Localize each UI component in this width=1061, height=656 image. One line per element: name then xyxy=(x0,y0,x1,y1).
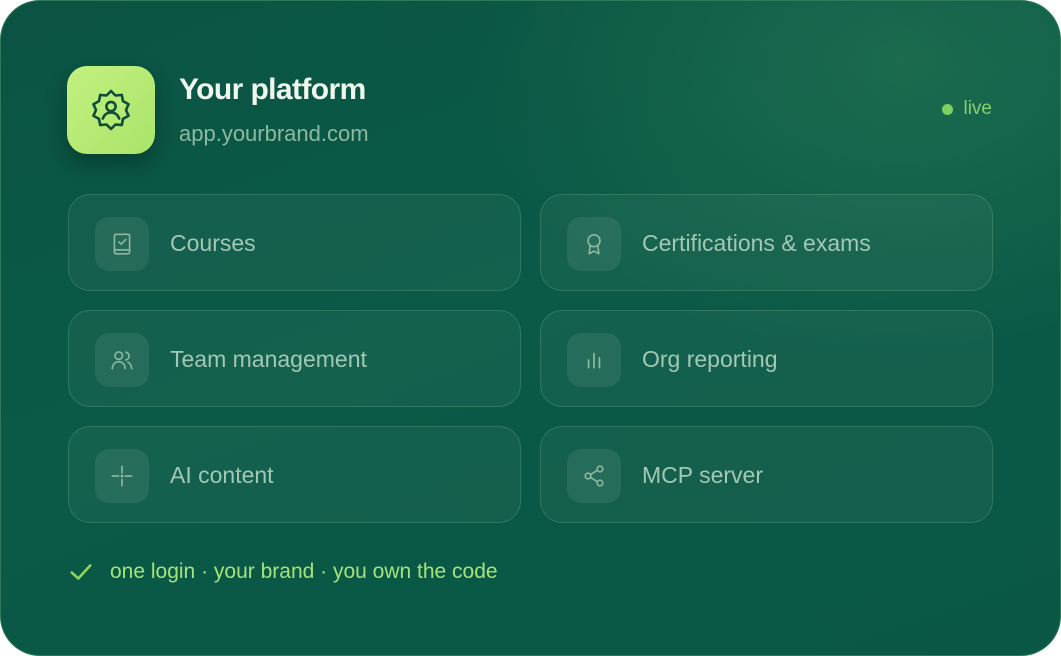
app-icon xyxy=(67,66,155,154)
feature-tile-label: Courses xyxy=(170,230,256,256)
feature-tile-ai-content[interactable]: AI content xyxy=(68,426,521,523)
feature-tile-courses[interactable]: Courses xyxy=(68,194,521,291)
badge-user-icon xyxy=(92,89,130,131)
status-dot-icon xyxy=(942,103,954,115)
feature-tile-team-management[interactable]: Team management xyxy=(68,310,521,407)
users-icon xyxy=(95,333,149,387)
feature-tile-mcp-server[interactable]: MCP server xyxy=(540,426,993,523)
award-icon xyxy=(567,217,621,271)
sparkle-icon xyxy=(95,449,149,503)
footer-text: one login · your brand · you own the cod… xyxy=(110,560,498,583)
page-title: Your platform xyxy=(179,73,366,106)
check-icon xyxy=(70,564,92,580)
book-check-icon xyxy=(95,217,149,271)
feature-tile-label: AI content xyxy=(170,462,274,488)
feature-tile-org-reporting[interactable]: Org reporting xyxy=(540,310,993,407)
feature-tile-certifications[interactable]: Certifications & exams xyxy=(540,194,993,291)
feature-tile-label: Certifications & exams xyxy=(642,230,871,256)
status-label: live xyxy=(963,98,992,119)
feature-tile-label: Team management xyxy=(170,346,367,372)
feature-tile-label: Org reporting xyxy=(642,346,778,372)
platform-domain: app.yourbrand.com xyxy=(179,121,369,146)
platform-card: Your platform app.yourbrand.com live Cou… xyxy=(0,0,1061,656)
status-indicator: live xyxy=(942,98,992,120)
share-icon xyxy=(567,449,621,503)
footer-tagline: one login · your brand · you own the cod… xyxy=(68,559,498,585)
feature-tile-label: MCP server xyxy=(642,462,763,488)
bar-chart-icon xyxy=(567,333,621,387)
